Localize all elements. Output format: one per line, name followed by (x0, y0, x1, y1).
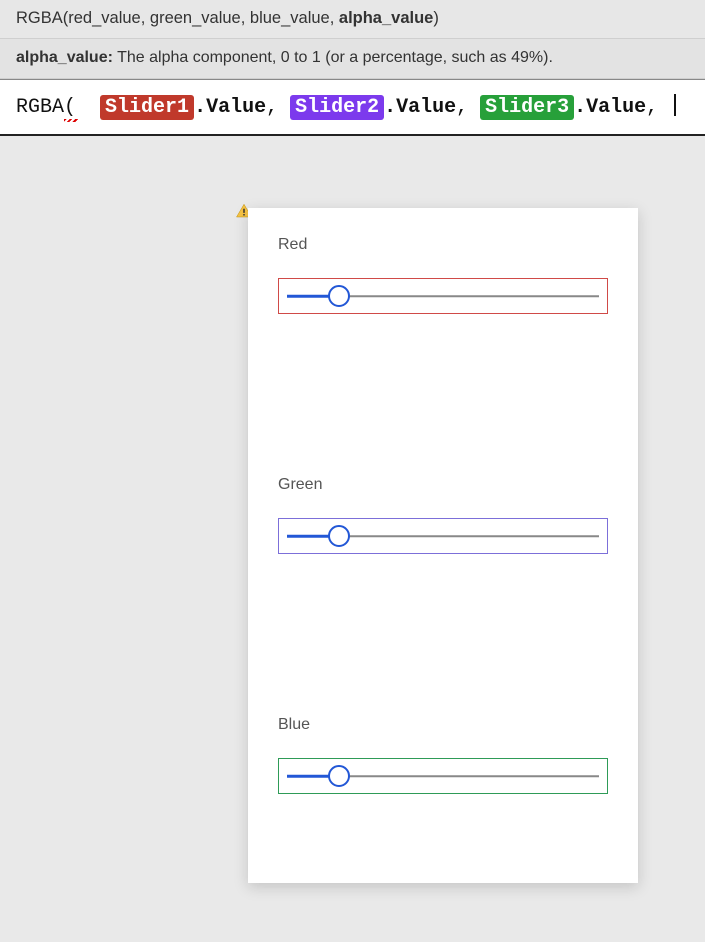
slider-label-red: Red (278, 236, 608, 254)
slider3-reference-chip[interactable]: Slider3 (480, 95, 574, 120)
slider-thumb[interactable] (328, 525, 350, 547)
slider2-prop: .Value (384, 96, 456, 119)
arg-sep-trailing: , (646, 96, 670, 119)
slider1-reference-chip[interactable]: Slider1 (100, 95, 194, 120)
formula-paren-open: ( (64, 96, 76, 119)
slider1-prop: .Value (194, 96, 266, 119)
tooltip-fn-name: RGBA (16, 9, 63, 27)
arg-sep-2: , (456, 96, 480, 119)
tooltip-signature: RGBA(red_value, green_value, blue_value,… (0, 0, 705, 39)
text-caret (674, 94, 676, 116)
slider-thumb[interactable] (328, 765, 350, 787)
slider3-control[interactable] (278, 758, 608, 794)
slider2-reference-chip[interactable]: Slider2 (290, 95, 384, 120)
arg-sep-1: , (266, 96, 290, 119)
slider-label-blue: Blue (278, 716, 608, 734)
slider1-control[interactable] (278, 278, 608, 314)
canvas[interactable]: Red Green Blue (0, 136, 705, 906)
slider3-prop: .Value (574, 96, 646, 119)
tooltip-param-label: alpha_value: (16, 49, 113, 66)
slider-block-green: Green (278, 476, 608, 554)
slider-block-blue: Blue (278, 716, 608, 794)
formula-bar[interactable]: RGBA( Slider1.Value, Slider2.Value, Slid… (0, 79, 705, 136)
tooltip-active-param: alpha_value (339, 9, 433, 27)
tooltip-param-text: The alpha component, 0 to 1 (or a percen… (113, 49, 553, 66)
tooltip-description: alpha_value: The alpha component, 0 to 1… (0, 39, 705, 78)
slider-thumb[interactable] (328, 285, 350, 307)
slider2-control[interactable] (278, 518, 608, 554)
error-squiggle (64, 119, 78, 122)
formula-fn-name: RGBA (16, 96, 64, 119)
formula-tooltip: RGBA(red_value, green_value, blue_value,… (0, 0, 705, 79)
preview-card[interactable]: Red Green Blue (248, 208, 638, 883)
slider-block-red: Red (278, 236, 608, 314)
tooltip-params-prefix: red_value, green_value, blue_value, (68, 9, 339, 27)
slider-label-green: Green (278, 476, 608, 494)
